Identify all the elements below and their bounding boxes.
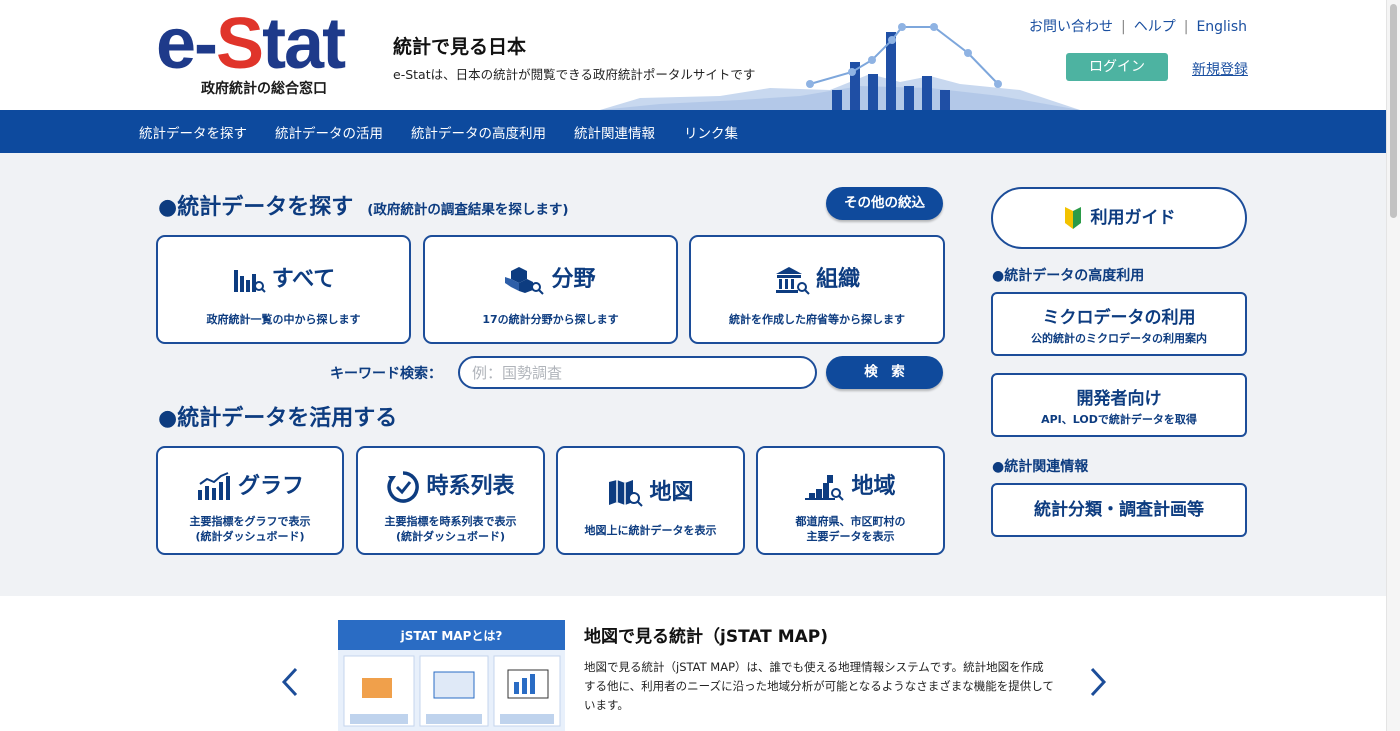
user-guide-button[interactable]: 利用ガイド xyxy=(991,187,1247,249)
card-graph-desc-line2: (統計ダッシュボード) xyxy=(195,530,305,543)
card-all-label: すべて xyxy=(271,267,336,292)
jstatmap-banner-image[interactable]: jSTAT MAPとは? xyxy=(338,620,565,731)
card-field-label: 分野 xyxy=(551,267,596,292)
carousel-prev-icon[interactable] xyxy=(278,665,302,699)
classification-button[interactable]: 統計分類・調査計画等 xyxy=(991,483,1247,537)
card-map[interactable]: 地図 地図上に統計データを表示 xyxy=(556,446,745,555)
card-all[interactable]: すべて 政府統計一覧の中から探します xyxy=(156,235,411,344)
page-scrollbar[interactable] xyxy=(1386,0,1400,731)
card-region-desc-line2: 主要データを表示 xyxy=(806,530,895,543)
microdata-button[interactable]: ミクロデータの利用 公的統計のミクロデータの利用案内 xyxy=(991,292,1247,356)
advanced-use-heading: ●統計データの高度利用 xyxy=(992,268,1145,284)
card-organization-label: 組織 xyxy=(815,267,860,292)
graph-icon xyxy=(197,472,230,500)
card-field-desc: 17の統計分野から探します xyxy=(482,313,619,326)
card-graph-label: グラフ xyxy=(237,474,304,499)
promo-title[interactable]: 地図で見る統計（jSTAT MAP) xyxy=(584,622,828,647)
nav-links[interactable]: リンク集 xyxy=(684,122,738,142)
scrollbar-thumb[interactable] xyxy=(1390,4,1397,218)
developer-title: 開発者向け xyxy=(1076,389,1162,409)
card-organization-title: 組織 xyxy=(691,261,943,295)
english-link[interactable]: English xyxy=(1196,19,1247,35)
use-data-heading: ●統計データを活用する xyxy=(158,406,398,431)
building-search-icon xyxy=(775,267,810,295)
keyword-search-label: キーワード検索： xyxy=(330,366,442,382)
microdata-title: ミクロデータの利用 xyxy=(1042,308,1196,328)
card-graph[interactable]: グラフ 主要指標をグラフで表示 (統計ダッシュボード) xyxy=(156,446,344,555)
microdata-subtitle: 公的統計のミクロデータの利用案内 xyxy=(1031,332,1207,345)
card-graph-desc-line1: 主要指標をグラフで表示 xyxy=(189,515,311,528)
card-map-title: 地図 xyxy=(558,474,743,508)
help-link[interactable]: ヘルプ xyxy=(1134,19,1176,35)
find-data-title: ●統計データを探す xyxy=(158,195,354,220)
jstatmap-banner-caption: jSTAT MAPとは? xyxy=(400,629,503,643)
card-timeseries[interactable]: 時系列表 主要指標を時系列表で表示 (統計ダッシュボード) xyxy=(356,446,545,555)
site-header: e-Stat 政府統計の総合窓口 統計で見る日本 e-Statは、日本の統計が閲… xyxy=(0,0,1386,110)
card-all-title: すべて xyxy=(158,261,409,294)
card-region-label: 地域 xyxy=(851,474,896,499)
card-region[interactable]: 地域 都道府県、市区町村の 主要データを表示 xyxy=(756,446,945,555)
nav-find-data[interactable]: 統計データを探す xyxy=(139,122,247,142)
card-field[interactable]: 分野 17の統計分野から探します xyxy=(423,235,678,344)
card-region-title: 地域 xyxy=(758,468,943,503)
clock-icon xyxy=(387,471,420,503)
card-map-desc: 地図上に統計データを表示 xyxy=(558,523,743,538)
bar-chart-search-icon xyxy=(233,270,266,293)
beginner-mark-icon xyxy=(1064,207,1081,229)
region-search-icon xyxy=(805,475,845,501)
card-timeseries-desc-line1: 主要指標を時系列表で表示 xyxy=(384,515,517,528)
more-filters-button[interactable]: その他の絞込 xyxy=(826,187,943,220)
card-field-title: 分野 xyxy=(425,261,676,295)
keyword-search-input[interactable] xyxy=(458,356,817,389)
card-map-desc-line1: 地図上に統計データを表示 xyxy=(584,524,717,537)
map-search-icon xyxy=(609,480,644,507)
find-data-heading: ●統計データを探す (政府統計の調査結果を探します) xyxy=(158,189,569,221)
card-map-label: 地図 xyxy=(649,480,694,505)
cubes-search-icon xyxy=(505,267,545,295)
logo-subtitle: 政府統計の総合窓口 xyxy=(201,81,327,97)
nav-related-info[interactable]: 統計関連情報 xyxy=(574,122,655,142)
contact-link[interactable]: お問い合わせ xyxy=(1029,19,1113,35)
card-graph-title: グラフ xyxy=(158,468,342,502)
utility-links: お問い合わせ | ヘルプ | English xyxy=(1029,19,1247,35)
card-region-desc-line1: 都道府県、市区町村の xyxy=(795,515,906,528)
card-region-desc: 都道府県、市区町村の 主要データを表示 xyxy=(758,514,943,544)
card-organization-desc: 統計を作成した府省等から探します xyxy=(729,313,905,326)
logo-wordmark: e-Stat xyxy=(156,4,346,84)
nav-advanced-use[interactable]: 統計データの高度利用 xyxy=(411,122,546,142)
login-button[interactable]: ログイン xyxy=(1066,53,1168,81)
hero-chart-illustration xyxy=(600,23,1080,110)
promo-description: 地図で見る統計（jSTAT MAP）は、誰でも使える地理情報システムです。統計地… xyxy=(584,660,1054,712)
user-guide-label: 利用ガイド xyxy=(1090,208,1176,228)
card-timeseries-desc: 主要指標を時系列表で表示 (統計ダッシュボード) xyxy=(358,514,543,544)
card-timeseries-desc-line2: (統計ダッシュボード) xyxy=(395,530,506,543)
register-link[interactable]: 新規登録 xyxy=(1192,59,1248,79)
card-timeseries-label: 時系列表 xyxy=(426,474,515,499)
find-data-note: (政府統計の調査結果を探します) xyxy=(367,202,569,218)
estat-logo[interactable]: e-Stat 政府統計の総合窓口 xyxy=(156,4,352,97)
main-nav: 統計データを探す 統計データの活用 統計データの高度利用 統計関連情報 リンク集 xyxy=(0,110,1386,153)
related-info-heading: ●統計関連情報 xyxy=(992,459,1089,475)
card-graph-desc: 主要指標をグラフで表示 (統計ダッシュボード) xyxy=(158,514,342,544)
carousel-next-icon[interactable] xyxy=(1086,665,1110,699)
tagline-title: 統計で見る日本 xyxy=(393,36,527,58)
search-button[interactable]: 検 索 xyxy=(826,356,943,389)
card-timeseries-title: 時系列表 xyxy=(358,468,543,504)
nav-use-data[interactable]: 統計データの活用 xyxy=(275,122,383,142)
developer-button[interactable]: 開発者向け API、LODで統計データを取得 xyxy=(991,373,1247,437)
main-content: ●統計データを探す (政府統計の調査結果を探します) その他の絞込 すべて 政府統… xyxy=(0,153,1386,596)
developer-subtitle: API、LODで統計データを取得 xyxy=(1041,413,1197,426)
card-organization[interactable]: 組織 統計を作成した府省等から探します xyxy=(689,235,945,344)
card-all-desc: 政府統計一覧の中から探します xyxy=(206,313,361,326)
classification-title: 統計分類・調査計画等 xyxy=(1034,500,1204,520)
